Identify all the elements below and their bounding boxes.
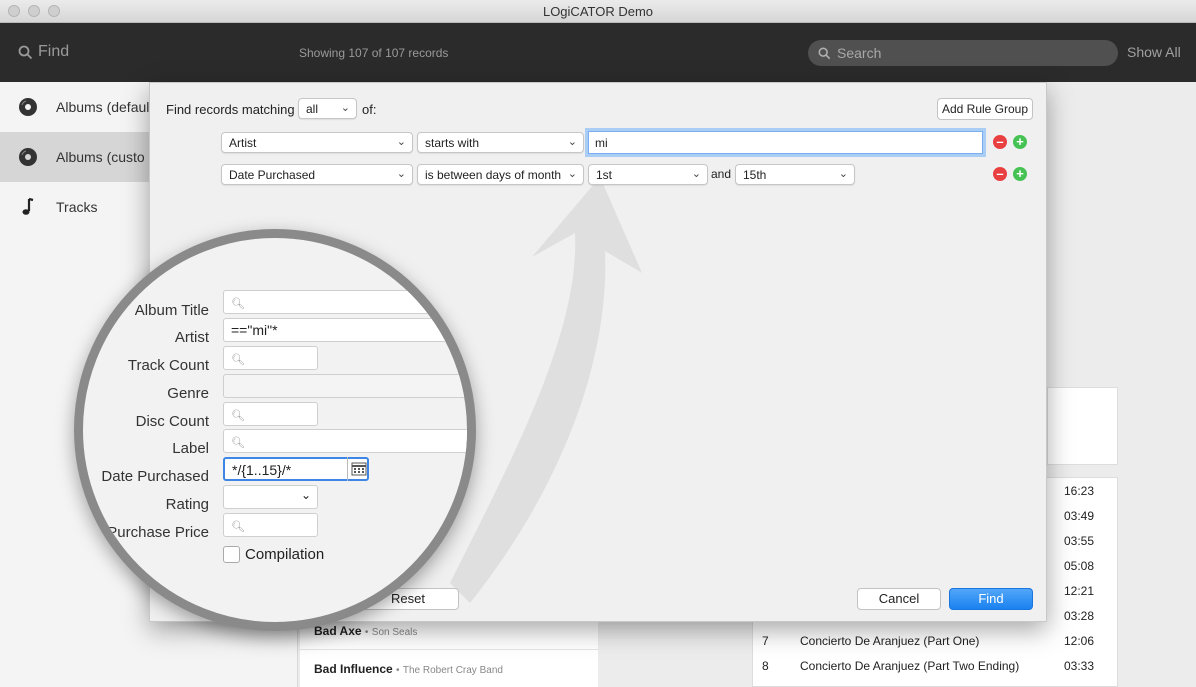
rule-field-select[interactable]: Artist ⌄ xyxy=(221,132,413,153)
album-artist: Son Seals xyxy=(371,627,418,638)
rating-select[interactable]: ⌄ xyxy=(223,485,318,509)
chevron-down-icon: ⌄ xyxy=(396,136,406,148)
field-label: Purchase Price xyxy=(107,524,209,541)
track-duration: 03:28 xyxy=(1064,609,1095,623)
label-field[interactable]: 🔍︎ xyxy=(223,429,467,453)
field-label: Track Count xyxy=(127,357,209,374)
track-number: 8 xyxy=(762,659,769,673)
album-title: Bad Influence xyxy=(314,662,393,676)
track-name: Concierto De Aranjuez (Part Two Ending) xyxy=(800,659,1020,673)
vinyl-record-icon xyxy=(19,148,37,166)
sidebar-item-label: Albums (defaul xyxy=(56,99,150,115)
rule-from-select[interactable]: 1st ⌄ xyxy=(588,164,708,185)
track-number: 7 xyxy=(762,634,769,648)
track-duration: 03:55 xyxy=(1064,534,1095,548)
calendar-icon[interactable] xyxy=(347,457,369,481)
compilation-checkbox[interactable] xyxy=(223,546,240,563)
rule-field-select[interactable]: Date Purchased ⌄ xyxy=(221,164,413,185)
search-icon: 🔍︎ xyxy=(231,298,245,310)
field-label: Artist xyxy=(174,329,209,346)
date-purchased-field[interactable]: */{1..15}/* xyxy=(223,457,369,481)
rule-from-value: 1st xyxy=(596,168,613,182)
rule-field-value: Date Purchased xyxy=(229,168,316,182)
remove-rule-icon[interactable]: – xyxy=(993,135,1007,149)
track-duration: 12:06 xyxy=(1064,634,1095,648)
detail-panel xyxy=(1047,387,1118,465)
search-icon xyxy=(818,47,831,59)
find-submit-button[interactable]: Find xyxy=(949,588,1033,610)
table-row[interactable]: 7 Concierto De Aranjuez (Part One) 12:06 xyxy=(753,628,1119,653)
chevron-down-icon: ⌄ xyxy=(838,168,848,180)
find-label: Find xyxy=(38,43,70,60)
magnified-form: Album Title 🔍︎ Artist =="mi"* Track Coun… xyxy=(83,238,467,563)
search-icon: 🔍︎ xyxy=(231,437,245,449)
magnifier-callout: Album Title 🔍︎ Artist =="mi"* Track Coun… xyxy=(74,229,476,631)
track-duration: 03:33 xyxy=(1064,659,1095,673)
match-mode-select[interactable]: all ⌄ xyxy=(298,98,357,119)
search-input[interactable]: Search xyxy=(808,40,1118,66)
and-label: and xyxy=(711,167,732,181)
track-duration: 03:49 xyxy=(1064,509,1095,523)
find-button[interactable]: Find xyxy=(18,43,69,61)
purchase-price-field[interactable]: 🔍︎ xyxy=(223,513,318,537)
rule-operator-select[interactable]: is between days of month ⌄ xyxy=(417,164,584,185)
rule-to-select[interactable]: 15th ⌄ xyxy=(735,164,855,185)
chevron-down-icon: ⌄ xyxy=(396,168,406,180)
rule-operator-value: is between days of month xyxy=(425,168,562,182)
disc-count-field[interactable]: 🔍︎ xyxy=(223,402,318,426)
vinyl-record-icon xyxy=(19,98,37,116)
search-icon: 🔍︎ xyxy=(231,410,245,422)
music-note-icon xyxy=(22,197,34,215)
chevron-down-icon: ⌄ xyxy=(691,168,701,180)
toolbar: Find Showing 107 of 107 records Search S… xyxy=(0,23,1196,82)
field-label: Date Purchased xyxy=(101,468,209,485)
album-title-field[interactable]: 🔍︎ xyxy=(223,290,467,314)
show-all-button[interactable]: Show All xyxy=(1127,44,1181,60)
rule-operator-select[interactable]: starts with ⌄ xyxy=(417,132,584,153)
rule-value-input[interactable]: mi xyxy=(588,131,983,154)
add-rule-group-button[interactable]: Add Rule Group xyxy=(937,98,1033,120)
remove-rule-icon[interactable]: – xyxy=(993,167,1007,181)
sidebar-item-label: Albums (custo xyxy=(56,149,145,165)
field-label: Rating xyxy=(165,496,209,513)
rule-operator-value: starts with xyxy=(425,136,480,150)
add-rule-icon[interactable]: + xyxy=(1013,135,1027,149)
track-duration: 16:23 xyxy=(1064,484,1095,498)
field-label: Label xyxy=(172,440,209,457)
title-bar: LOgiCATOR Demo xyxy=(0,0,1196,23)
chevron-down-icon: ⌄ xyxy=(567,168,577,180)
match-mode-value: all xyxy=(306,102,319,116)
find-matching-label: Find records matching xyxy=(166,102,295,117)
search-icon: 🔍︎ xyxy=(231,521,245,533)
track-name: Concierto De Aranjuez (Part One) xyxy=(800,634,980,648)
record-count: Showing 107 of 107 records xyxy=(299,46,449,60)
table-row[interactable]: 8 Concierto De Aranjuez (Part Two Ending… xyxy=(753,653,1119,678)
list-item[interactable]: Bad Influence • The Robert Cray Band xyxy=(300,650,598,687)
window-title: LOgiCATOR Demo xyxy=(542,4,654,19)
field-label: Genre xyxy=(167,385,209,402)
chevron-down-icon: ⌄ xyxy=(340,102,350,114)
cancel-button[interactable]: Cancel xyxy=(857,588,941,610)
add-rule-icon[interactable]: + xyxy=(1013,167,1027,181)
date-purchased-value: */{1..15}/* xyxy=(232,462,292,478)
rule-to-value: 15th xyxy=(743,168,767,182)
track-count-field[interactable]: 🔍︎ xyxy=(223,346,318,370)
rule-field-value: Artist xyxy=(229,136,257,150)
track-duration: 05:08 xyxy=(1064,559,1095,573)
field-label: Album Title xyxy=(134,302,209,319)
album-title: Bad Axe xyxy=(314,624,362,638)
chevron-down-icon: ⌄ xyxy=(567,136,577,148)
sidebar-item-label: Tracks xyxy=(56,199,98,215)
genre-field[interactable] xyxy=(223,374,467,398)
search-icon xyxy=(18,45,33,59)
search-placeholder: Search xyxy=(837,45,882,61)
compilation-label: Compilation xyxy=(245,546,325,563)
artist-field[interactable]: =="mi"* xyxy=(223,318,467,342)
chevron-down-icon: ⌄ xyxy=(300,488,311,502)
field-label: Disc Count xyxy=(135,413,209,430)
album-artist: The Robert Cray Band xyxy=(402,665,503,676)
search-icon: 🔍︎ xyxy=(231,354,245,366)
track-duration: 12:21 xyxy=(1064,584,1095,598)
of-label: of: xyxy=(362,102,377,117)
